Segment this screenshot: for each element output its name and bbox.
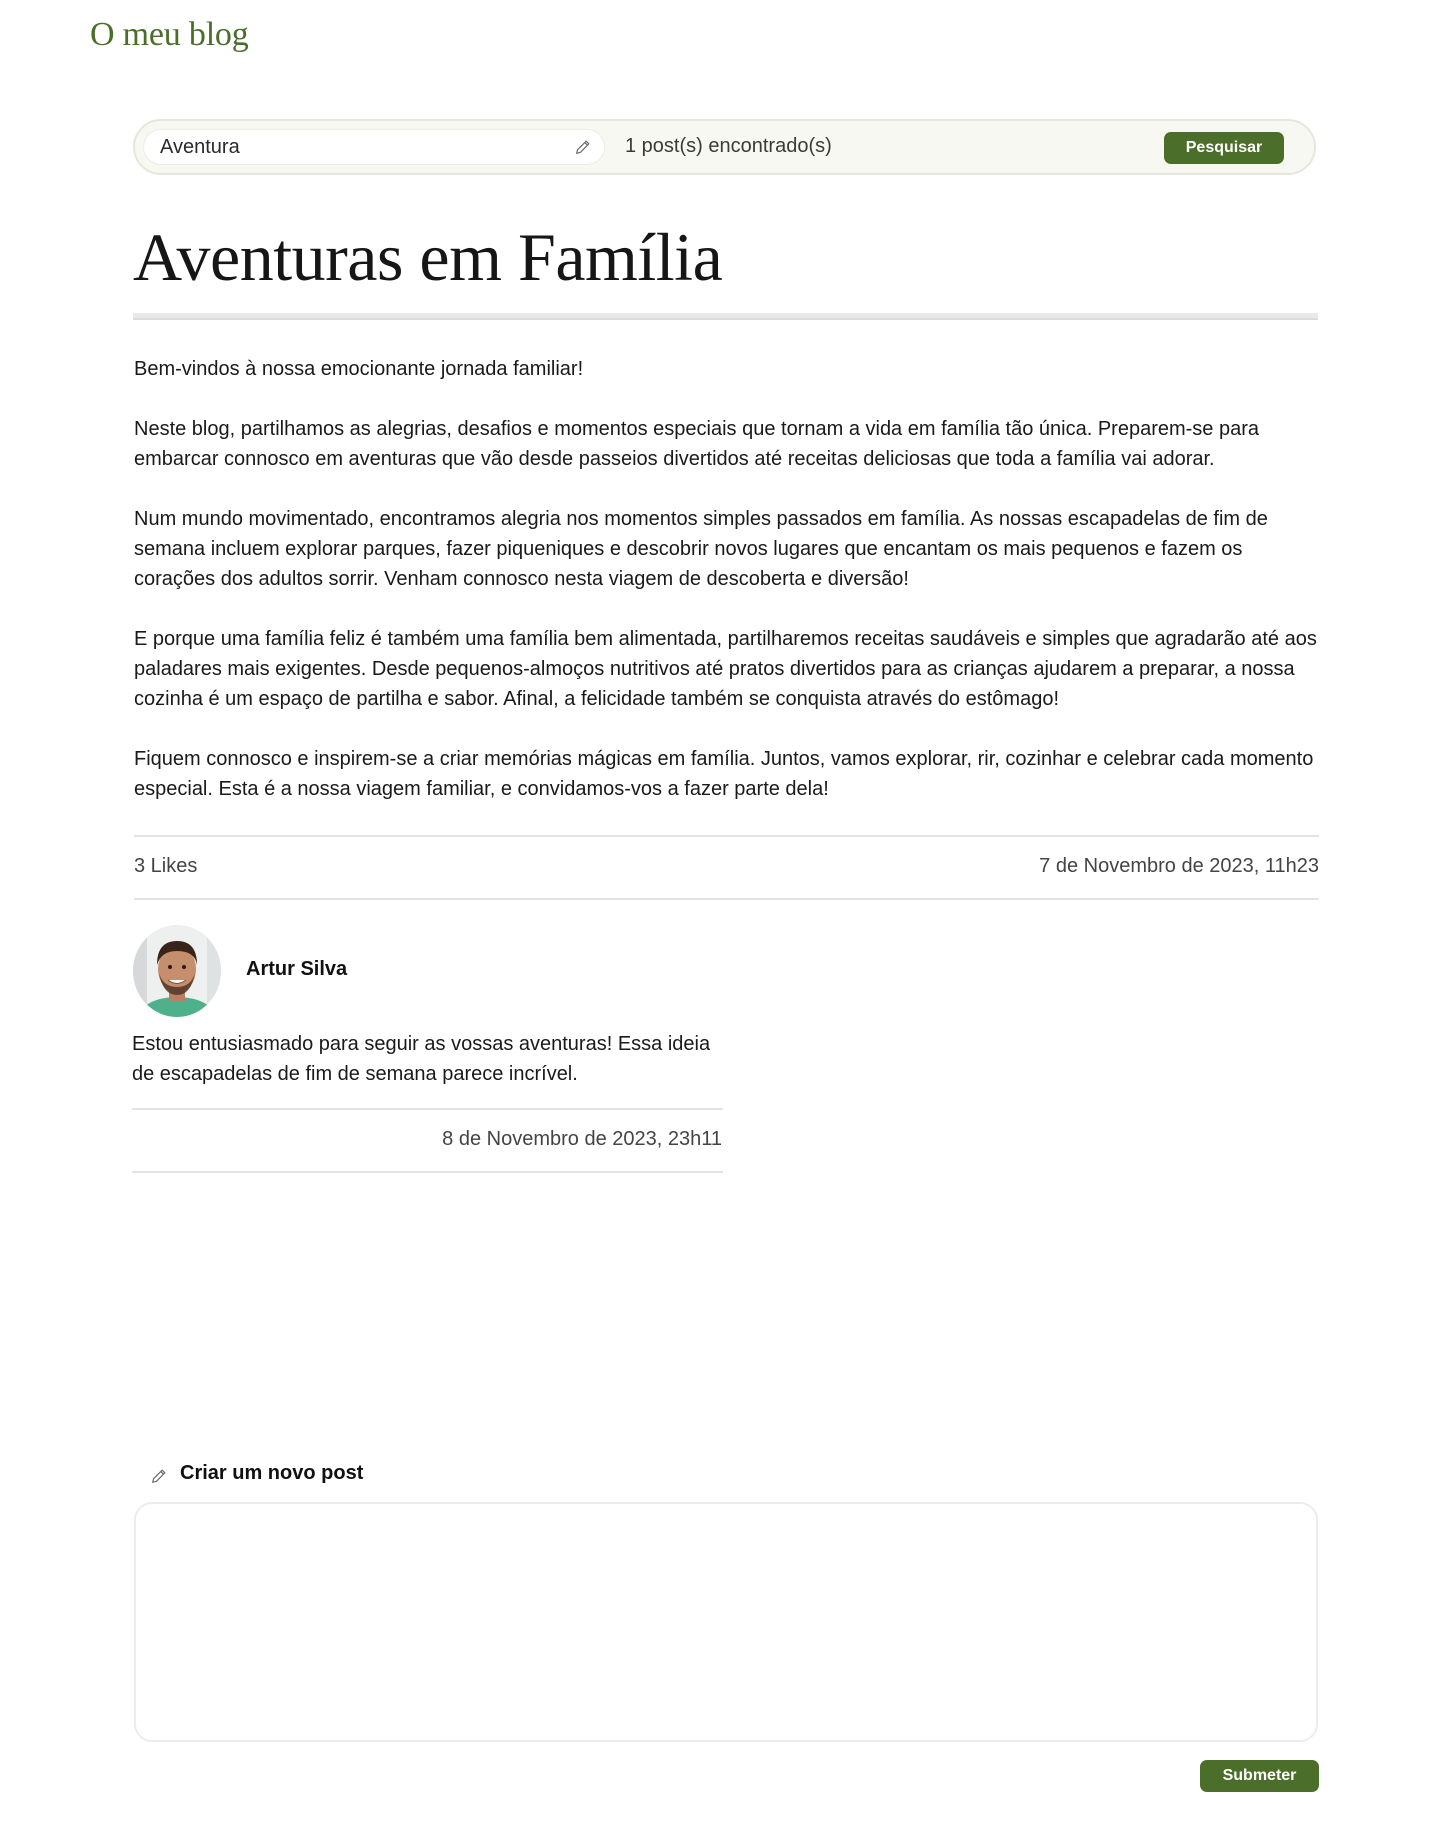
post-paragraph: Neste blog, partilhamos as alegrias, des… <box>134 418 1260 470</box>
title-divider <box>133 313 1318 320</box>
post-title: Aventuras em Família <box>133 219 723 295</box>
new-post-textarea[interactable] <box>134 1502 1318 1742</box>
submit-button[interactable]: Submeter <box>1200 1760 1319 1792</box>
search-input[interactable] <box>160 130 560 164</box>
divider <box>134 835 1319 837</box>
divider <box>132 1171 723 1173</box>
pencil-icon[interactable] <box>574 138 592 156</box>
comment-author: Artur Silva <box>246 958 348 980</box>
divider <box>134 898 1319 900</box>
avatar <box>133 925 221 1017</box>
search-button[interactable]: Pesquisar <box>1164 132 1284 164</box>
post-paragraph: Num mundo movimentado, encontramos alegr… <box>134 508 1268 590</box>
comment-date: 8 de Novembro de 2023, 23h11 <box>442 1128 722 1150</box>
results-count: 1 post(s) encontrado(s) <box>625 135 832 157</box>
comment-text: Estou entusiasmado para seguir as vossas… <box>132 1033 711 1085</box>
post-paragraph: E porque uma família feliz é também uma … <box>134 628 1317 710</box>
likes-count[interactable]: 3 Likes <box>134 855 197 878</box>
pencil-icon <box>152 1469 166 1483</box>
post-paragraph: Fiquem connosco e inspirem-se a criar me… <box>134 748 1314 800</box>
site-title[interactable]: O meu blog <box>90 16 249 54</box>
post-paragraph: Bem-vindos à nossa emocionante jornada f… <box>134 358 584 380</box>
post-date: 7 de Novembro de 2023, 11h23 <box>1039 855 1319 877</box>
divider <box>132 1108 723 1110</box>
new-post-title: Criar um novo post <box>180 1462 364 1484</box>
search-field[interactable] <box>143 129 605 165</box>
post-body: Bem-vindos à nossa emocionante jornada f… <box>134 354 1319 802</box>
avatar-image <box>133 925 221 1017</box>
search-bar: 1 post(s) encontrado(s) Pesquisar <box>133 119 1316 175</box>
